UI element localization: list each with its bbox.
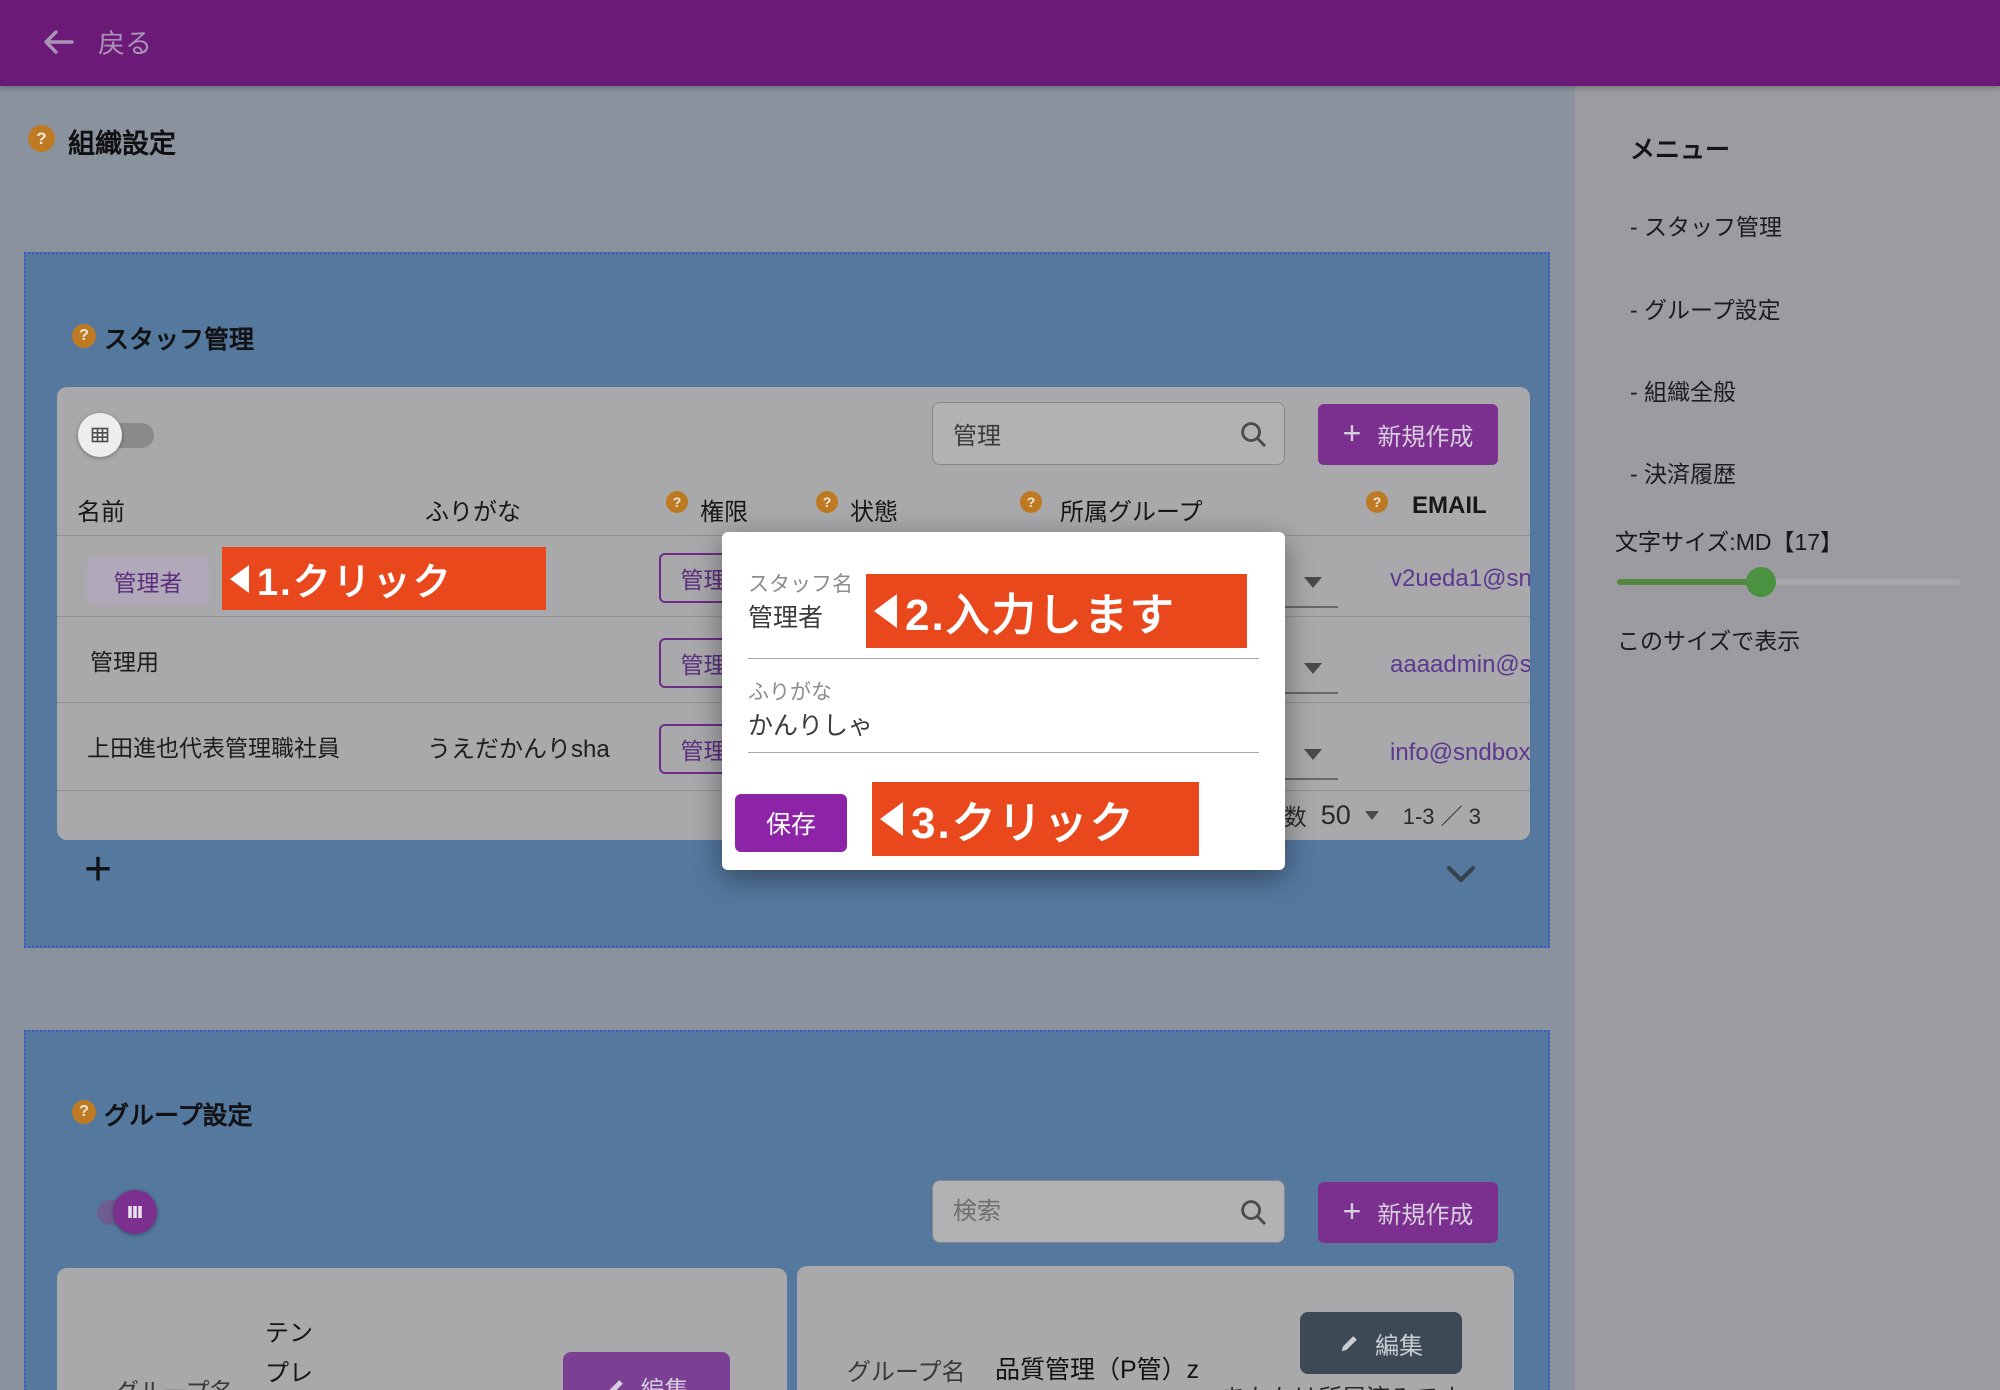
group-select[interactable] <box>1280 585 1338 608</box>
col-permission: 権限 <box>700 492 748 527</box>
edit-label: 編集 <box>1375 1326 1423 1361</box>
help-icon[interactable]: ? <box>666 491 688 513</box>
search-icon[interactable] <box>1239 1198 1268 1227</box>
staff-search-box <box>932 402 1285 465</box>
sidebar: メニュー - スタッフ管理 - グループ設定 - 組織全般 - 決済履歴 文字サ… <box>1575 86 2000 1390</box>
group-name-label: グループ名 <box>847 1352 966 1387</box>
group-card: グループ名 テンプレ 編集 <box>57 1268 787 1390</box>
help-icon[interactable]: ? <box>1020 491 1042 513</box>
help-icon[interactable]: ? <box>28 125 55 152</box>
pencil-icon <box>1339 1332 1361 1354</box>
staff-search-input[interactable] <box>933 403 1284 464</box>
col-furigana: ふりがな <box>425 492 521 527</box>
staff-row-email[interactable]: aaaadmin@s <box>1390 651 1530 679</box>
sidebar-item-staff[interactable]: - スタッフ管理 <box>1630 208 1782 242</box>
sidebar-item-group[interactable]: - グループ設定 <box>1630 291 1781 325</box>
help-icon[interactable]: ? <box>1366 491 1388 513</box>
save-button[interactable]: 保存 <box>735 794 847 852</box>
furigana-input[interactable]: かんりしゃ <box>748 706 873 742</box>
plus-icon: + <box>1343 1195 1362 1227</box>
divider <box>748 658 1259 659</box>
group-panel: ? グループ設定 + 新規作成 グループ名 テンプレ <box>24 1030 1550 1390</box>
staff-panel-title: スタッフ管理 <box>104 320 254 356</box>
col-email: EMAIL <box>1412 492 1487 520</box>
help-icon[interactable]: ? <box>816 491 838 513</box>
triangle-pointer-icon <box>874 594 897 628</box>
col-status: 状態 <box>850 492 898 527</box>
edit-label: 編集 <box>641 1370 689 1390</box>
triangle-pointer-icon <box>230 565 249 593</box>
furigana-label: ふりがな <box>748 676 832 706</box>
apply-font-size[interactable]: このサイズで表示 <box>1617 622 1800 656</box>
search-icon[interactable] <box>1239 420 1268 449</box>
group-create-button[interactable]: + 新規作成 <box>1318 1182 1498 1243</box>
top-app-bar: 戻る <box>0 0 2000 86</box>
per-page-value[interactable]: 50 <box>1321 800 1351 831</box>
staff-row-email[interactable]: v2ueda1@sn <box>1390 565 1530 593</box>
tutorial-step-3-label: 3.クリック <box>911 787 1136 851</box>
staff-row-name[interactable]: 上田進也代表管理職社員 <box>87 729 340 763</box>
back-button[interactable]: 戻る <box>40 22 152 61</box>
group-name-label: グループ名 <box>115 1372 234 1390</box>
tutorial-step-1-label: 1.クリック <box>257 551 453 606</box>
help-icon[interactable]: ? <box>72 1100 96 1124</box>
back-arrow-icon <box>40 27 78 57</box>
staff-create-button[interactable]: + 新規作成 <box>1318 404 1498 465</box>
group-panel-title: グループ設定 <box>104 1096 253 1132</box>
staff-name-label: スタッフ名 <box>748 568 853 598</box>
back-label: 戻る <box>98 22 152 61</box>
create-label: 新規作成 <box>1377 417 1473 452</box>
staff-row-name[interactable]: 管理者 <box>87 557 209 605</box>
group-search-input[interactable] <box>933 1181 1284 1242</box>
group-membership-note: あなたは所属済みです <box>1222 1378 1462 1390</box>
pencil-icon <box>605 1376 627 1390</box>
help-icon[interactable]: ? <box>72 324 96 348</box>
screen: 戻る ? 組織設定 ? スタッフ管理 + <box>0 0 2000 1390</box>
dropdown-arrow-icon[interactable] <box>1365 811 1379 820</box>
group-edit-button[interactable]: 編集 <box>563 1352 730 1390</box>
add-row-button[interactable]: + <box>84 846 112 894</box>
tutorial-step-3: 3.クリック <box>872 782 1199 856</box>
pagination-range: 1-3 ／ 3 <box>1403 799 1481 831</box>
group-card: グループ名 品質管理（P管）z 編集 あなたは所属済みです <box>797 1266 1514 1390</box>
group-name-value: 品質管理（P管）z <box>995 1350 1199 1386</box>
per-page-label: 数 <box>1284 798 1307 832</box>
staff-row-email[interactable]: info@sndbox <box>1390 739 1530 767</box>
create-label: 新規作成 <box>1377 1195 1473 1230</box>
grid-view-icon <box>90 425 110 445</box>
card-view-icon <box>127 1204 143 1220</box>
triangle-pointer-icon <box>880 802 903 836</box>
staff-row-name[interactable]: 管理用 <box>90 643 159 677</box>
sidebar-item-billing[interactable]: - 決済履歴 <box>1630 455 1736 489</box>
staff-view-toggle[interactable] <box>78 413 122 457</box>
group-name-value: テンプレ <box>265 1314 319 1390</box>
chevron-down-icon[interactable] <box>1444 864 1478 884</box>
group-view-toggle[interactable] <box>113 1190 157 1234</box>
group-search-box <box>932 1180 1285 1243</box>
group-select[interactable] <box>1280 757 1338 780</box>
plus-icon: + <box>1343 417 1362 449</box>
col-group: 所属グループ <box>1060 492 1203 527</box>
group-edit-button[interactable]: 編集 <box>1300 1312 1462 1374</box>
font-size-slider[interactable] <box>1617 566 1960 598</box>
tutorial-step-1: 1.クリック <box>222 547 546 610</box>
tutorial-step-2: 2.入力します <box>866 574 1247 648</box>
staff-row-furigana: うえだかんりsha <box>427 729 610 764</box>
page-title: 組織設定 <box>68 122 176 161</box>
col-name: 名前 <box>77 492 125 527</box>
staff-name-input[interactable]: 管理者 <box>748 598 823 634</box>
tutorial-step-2-label: 2.入力します <box>905 579 1176 643</box>
group-select[interactable] <box>1280 671 1338 694</box>
slider-thumb[interactable] <box>1746 567 1776 597</box>
font-size-label: 文字サイズ:MD【17】 <box>1615 523 1843 557</box>
sidebar-title: メニュー <box>1630 130 1730 166</box>
divider <box>748 752 1259 753</box>
sidebar-item-org[interactable]: - 組織全般 <box>1630 373 1736 407</box>
